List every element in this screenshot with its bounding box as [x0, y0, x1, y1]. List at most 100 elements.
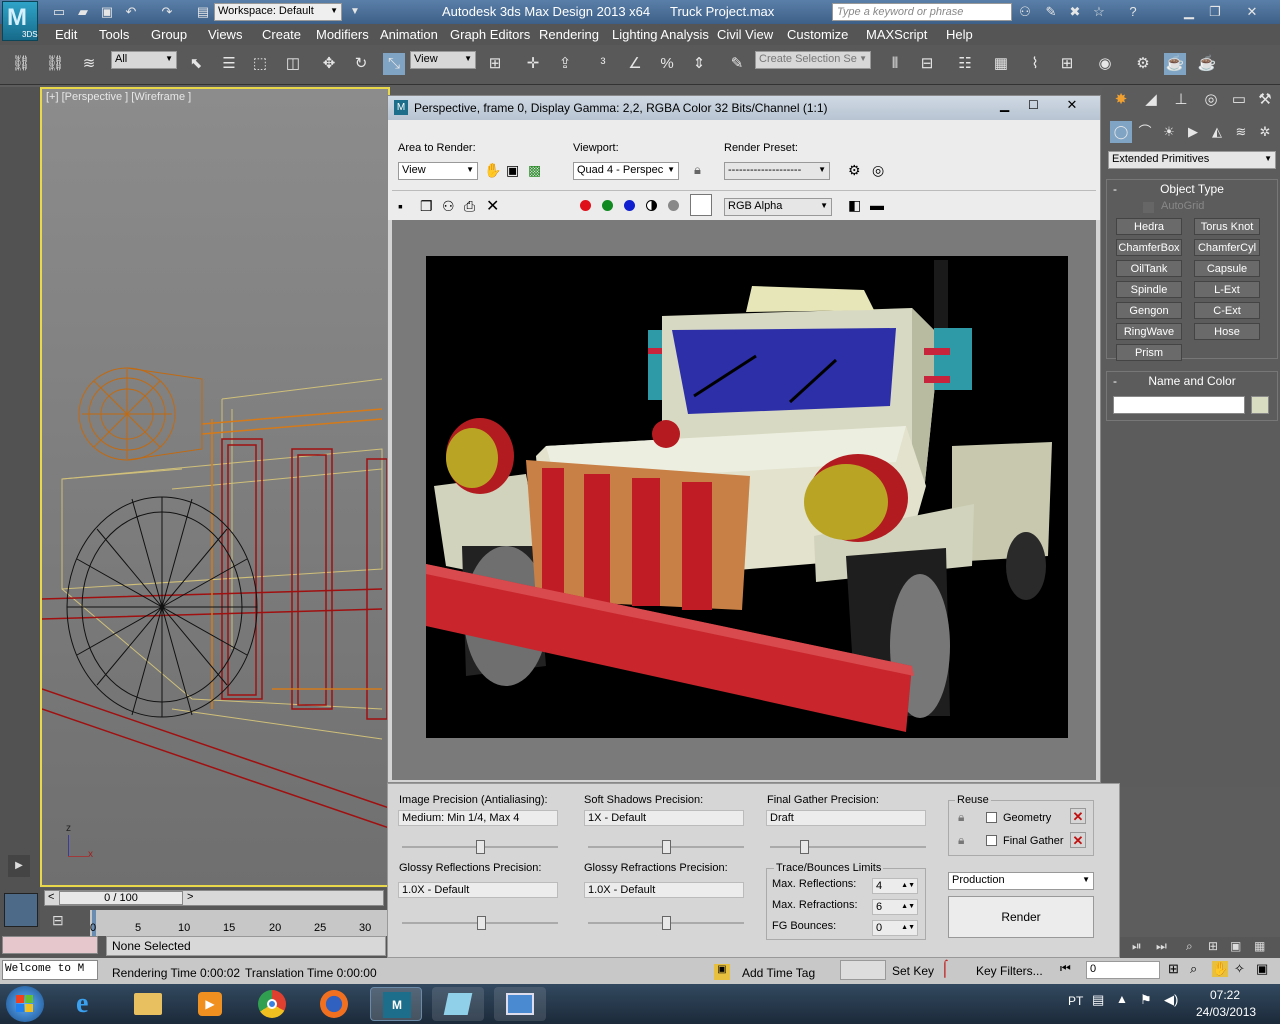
layer-manager-icon[interactable]: ☷	[954, 53, 976, 75]
menu-tools[interactable]: Tools	[99, 27, 129, 42]
green-channel-icon[interactable]	[602, 200, 613, 211]
expand-arrow-icon[interactable]: ▶	[8, 855, 30, 877]
glossy-reflections-knob[interactable]	[477, 916, 486, 930]
red-channel-icon[interactable]	[580, 200, 591, 211]
clear-final-gather-icon[interactable]: ✕	[1070, 832, 1086, 848]
maximize-viewport-icon[interactable]: ▣	[1256, 961, 1268, 977]
glossy-refractions-slider[interactable]	[588, 916, 744, 930]
move-icon[interactable]: ✥	[318, 53, 340, 75]
soft-shadows-field[interactable]: 1X - Default	[584, 810, 744, 826]
name-color-header[interactable]: - Name and Color	[1107, 374, 1277, 388]
network-tray-icon[interactable]: ▤	[1092, 992, 1104, 1008]
rotate-icon[interactable]: ↻	[350, 53, 372, 75]
final-gather-precision-field[interactable]: Draft	[766, 810, 926, 826]
shapes-icon[interactable]: ⌒	[1134, 121, 1156, 143]
select-manipulate-icon[interactable]: ✛	[522, 53, 544, 75]
menu-civil-view[interactable]: Civil View	[717, 27, 773, 42]
time-slider-right-arrow[interactable]: >	[187, 891, 193, 903]
set-key-button[interactable]: Set Key	[892, 964, 934, 978]
volume-icon[interactable]: ◀)	[1164, 992, 1178, 1008]
create-tab-icon[interactable]: ✸	[1110, 89, 1132, 111]
render-production-icon[interactable]: ☕	[1196, 53, 1218, 75]
spinner-snap-icon[interactable]: ⇕	[688, 53, 710, 75]
play-icon[interactable]: ⏯	[1132, 939, 1142, 954]
area-to-render-dropdown[interactable]: View ▼	[398, 162, 478, 180]
language-indicator[interactable]: PT	[1068, 994, 1083, 1008]
menu-create[interactable]: Create	[262, 27, 301, 42]
render-mode-dropdown[interactable]: Production ▼	[948, 872, 1094, 890]
hierarchy-tab-icon[interactable]: ⊥	[1170, 89, 1192, 111]
undo-icon[interactable]: ↶	[120, 1, 142, 23]
menu-graph-editors[interactable]: Graph Editors	[450, 27, 530, 42]
glossy-reflections-slider[interactable]	[402, 916, 558, 930]
torus-knot-button[interactable]: Torus Knot	[1194, 218, 1260, 235]
glossy-reflections-field[interactable]: 1.0X - Default	[398, 882, 558, 898]
monochrome-icon[interactable]	[668, 200, 679, 211]
lights-icon[interactable]: ☀	[1158, 121, 1180, 143]
binoculars-icon[interactable]: ⚇	[1014, 1, 1036, 23]
render-minimize-icon[interactable]: ▁	[1000, 98, 1009, 112]
lock-viewport-icon[interactable]: 🔒︎	[694, 162, 701, 178]
viewport-select-dropdown[interactable]: Quad 4 - Perspec ▼	[573, 162, 679, 180]
alpha-channel-icon[interactable]	[646, 200, 657, 211]
region-select-icon[interactable]: ▩	[528, 162, 541, 179]
zoom-extents-icon[interactable]: ⊞	[1168, 961, 1179, 977]
bind-space-warp-icon[interactable]: ≋	[78, 53, 100, 75]
gengon-button[interactable]: Gengon	[1116, 302, 1182, 319]
auto-region-icon[interactable]: ▣	[506, 162, 519, 179]
ringwave-button[interactable]: RingWave	[1116, 323, 1182, 340]
render-close-icon[interactable]: ✕	[1052, 97, 1092, 113]
restore-icon[interactable]: ❐	[1204, 1, 1226, 23]
cameras-icon[interactable]: ▶	[1182, 121, 1204, 143]
maxscript-listener[interactable]: Welcome to M	[2, 960, 98, 980]
unlink-icon[interactable]: ⛓	[44, 53, 66, 75]
select-object-icon[interactable]: ⬉	[185, 53, 207, 75]
pan-view-icon[interactable]: ✋	[1212, 961, 1229, 977]
current-frame-field[interactable]: 0	[1086, 961, 1160, 979]
keyboard-shortcut-icon[interactable]: ⇪	[554, 53, 576, 75]
save-image-icon[interactable]: ▪	[398, 198, 403, 214]
clear-image-icon[interactable]: ✕	[486, 196, 499, 216]
menu-views[interactable]: Views	[208, 27, 242, 42]
snaps-toggle-icon[interactable]: ³	[592, 53, 614, 75]
new-file-icon[interactable]: ▭	[48, 1, 70, 23]
notes-app-icon[interactable]	[432, 987, 484, 1021]
time-slider-thumb[interactable]: 0 / 100	[59, 891, 183, 905]
minimize-icon[interactable]: ▁	[1178, 1, 1200, 23]
motion-tab-icon[interactable]: ◎	[1200, 89, 1222, 111]
reuse-geometry-checkbox[interactable]	[986, 812, 997, 823]
c-ext-button[interactable]: C-Ext	[1194, 302, 1260, 319]
image-precision-knob[interactable]	[476, 840, 485, 854]
render-button[interactable]: Render	[948, 896, 1094, 938]
zoom-extents-all-icon[interactable]: ▣	[1230, 939, 1241, 953]
file-explorer-icon[interactable]	[122, 987, 174, 1021]
selection-filter-dropdown[interactable]: All ▼	[111, 51, 177, 69]
copy-image-icon[interactable]: ❐	[420, 198, 433, 215]
time-slider[interactable]: < 0 / 100 >	[44, 890, 384, 906]
edit-region-icon[interactable]: ✋	[484, 162, 501, 179]
quick-access-menu-icon[interactable]: ▼	[344, 1, 366, 23]
firefox-icon[interactable]	[308, 987, 360, 1021]
perspective-viewport[interactable]: [+] [Perspective ] [Wireframe ] z x	[40, 87, 390, 887]
project-folder-icon[interactable]: ▤	[192, 1, 214, 23]
image-precision-slider[interactable]	[402, 840, 558, 854]
menu-animation[interactable]: Animation	[380, 27, 438, 42]
mini-listener-button[interactable]	[4, 893, 38, 927]
schematic-view-icon[interactable]: ⊞	[1056, 53, 1078, 75]
favorites-icon[interactable]: ☆	[1088, 1, 1110, 23]
menu-edit[interactable]: Edit	[55, 27, 77, 42]
max-reflections-spinner[interactable]: 4 ▲▼	[872, 878, 918, 894]
track-bar[interactable]: 0 5 10 15 20 25 30	[90, 910, 387, 936]
spacewarps-icon[interactable]: ≋	[1230, 121, 1252, 143]
zoom-extents-selected-icon[interactable]: ▦	[1254, 939, 1265, 953]
final-gather-knob[interactable]	[800, 840, 809, 854]
rect-selection-icon[interactable]: ⬚	[249, 53, 271, 75]
mirror-icon[interactable]: ⫴	[884, 53, 906, 75]
chrome-icon[interactable]	[246, 987, 298, 1021]
rendered-frame-window-icon[interactable]: ☕	[1164, 53, 1186, 75]
fg-lock-icon[interactable]: 🔒︎	[958, 833, 964, 848]
geometry-icon[interactable]: ◯	[1110, 121, 1132, 143]
key-mode-field[interactable]	[840, 960, 886, 980]
set-key-curve-icon[interactable]: ⌠	[940, 960, 950, 978]
final-gather-slider[interactable]	[770, 840, 926, 854]
